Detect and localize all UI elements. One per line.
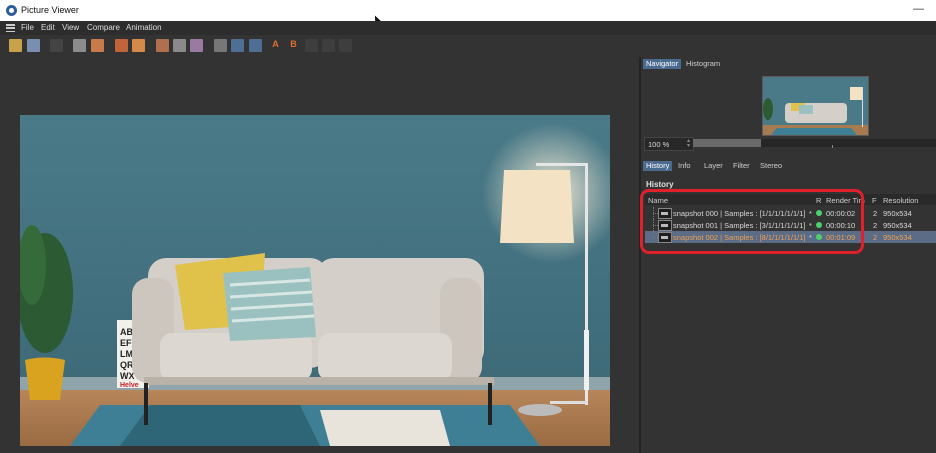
frame-count: 2 bbox=[873, 233, 878, 242]
split-horizontal-icon[interactable] bbox=[249, 39, 262, 52]
zoom-value: 100 % bbox=[648, 140, 670, 149]
column-resolution[interactable]: Resolution bbox=[883, 196, 918, 205]
minimize-button[interactable]: — bbox=[913, 3, 924, 15]
tab-histogram[interactable]: Histogram bbox=[683, 59, 723, 69]
snapshot-icon[interactable] bbox=[156, 39, 169, 52]
swap-icon[interactable] bbox=[190, 39, 203, 52]
stepper-arrows-icon[interactable]: ▴ ▾ bbox=[687, 138, 690, 149]
menu-compare[interactable]: Compare bbox=[87, 23, 120, 32]
disabled-tool-icon[interactable] bbox=[305, 39, 318, 52]
disabled-tool-icon[interactable] bbox=[50, 39, 63, 52]
title-bar: Picture Viewer — bbox=[0, 0, 936, 27]
layer-icon[interactable] bbox=[115, 39, 128, 52]
tab-history[interactable]: History bbox=[643, 161, 673, 171]
hamburger-menu-icon[interactable] bbox=[6, 24, 15, 33]
tab-info[interactable]: Info bbox=[675, 161, 694, 171]
window-title: Picture Viewer bbox=[21, 5, 79, 15]
living-room-render: ABC EFG LMO QRS WXY Helve bbox=[20, 115, 610, 446]
layers-stack-icon[interactable] bbox=[132, 39, 145, 52]
disabled-tool-icon[interactable] bbox=[322, 39, 335, 52]
zoom-input[interactable]: 100 % ▴ ▾ bbox=[644, 137, 694, 151]
menu-view[interactable]: View bbox=[62, 23, 79, 32]
toolbar: A B bbox=[0, 35, 936, 58]
frame-count: 2 bbox=[873, 209, 878, 218]
thumbnail-render bbox=[763, 77, 868, 135]
render-preview-image[interactable]: ABC EFG LMO QRS WXY Helve bbox=[20, 115, 610, 446]
navigator-thumbnail[interactable] bbox=[762, 76, 869, 136]
menu-animation[interactable]: Animation bbox=[126, 23, 162, 32]
split-vertical-icon[interactable] bbox=[231, 39, 244, 52]
ab-compare-icon[interactable] bbox=[214, 39, 227, 52]
tab-navigator[interactable]: Navigator bbox=[643, 59, 682, 69]
render-region-icon[interactable] bbox=[91, 39, 104, 52]
resolution: 950x534 bbox=[883, 233, 912, 242]
side-panel: Navigator Histogram 100 % ▴ ▾ History Inf… bbox=[641, 57, 936, 453]
disabled-tool-icon[interactable] bbox=[339, 39, 352, 52]
zoom-slider-fill bbox=[693, 139, 762, 147]
poster-brand: Helve bbox=[120, 382, 139, 389]
tab-layer[interactable]: Layer bbox=[701, 161, 726, 171]
set-a-button[interactable]: A bbox=[269, 39, 282, 52]
resolution: 950x534 bbox=[883, 221, 912, 230]
zoom-slider[interactable] bbox=[693, 139, 936, 148]
column-f[interactable]: F bbox=[872, 196, 877, 205]
history-title: History bbox=[646, 180, 674, 189]
annotation-highlight-box bbox=[640, 189, 864, 254]
tab-stereo[interactable]: Stereo bbox=[757, 161, 785, 171]
menu-file[interactable]: File bbox=[21, 23, 34, 32]
set-b-button[interactable]: B bbox=[287, 39, 300, 52]
open-folder-icon[interactable] bbox=[9, 39, 22, 52]
resolution: 950x534 bbox=[883, 209, 912, 218]
crop-icon[interactable] bbox=[73, 39, 86, 52]
zoom-slider-tick bbox=[832, 145, 833, 148]
compare-split-icon[interactable] bbox=[173, 39, 186, 52]
save-icon[interactable] bbox=[27, 39, 40, 52]
menu-edit[interactable]: Edit bbox=[41, 23, 55, 32]
tab-filter[interactable]: Filter bbox=[730, 161, 753, 171]
menu-bar: File Edit View Compare Animation bbox=[0, 21, 936, 35]
app-logo-icon bbox=[6, 5, 17, 16]
frame-count: 2 bbox=[873, 221, 878, 230]
